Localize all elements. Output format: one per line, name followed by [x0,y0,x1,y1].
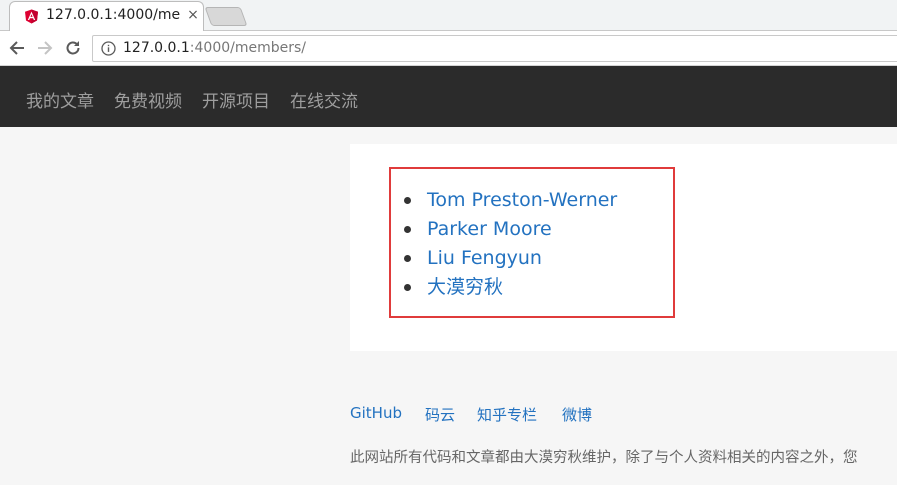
tab-title: 127.0.0.1:4000/me [46,7,181,23]
member-link[interactable]: Liu Fengyun [427,247,542,269]
browser-tab[interactable]: 127.0.0.1:4000/me × [9,1,204,31]
footer-link-zhihu[interactable]: 知乎专栏 [477,404,537,425]
tab-close-icon[interactable]: × [186,6,200,24]
list-item: 大漠穷秋 [404,273,617,302]
list-item: Liu Fengyun [404,244,617,273]
member-link[interactable]: Tom Preston-Werner [427,189,617,211]
list-item: Tom Preston-Werner [404,186,617,215]
angular-logo-icon [24,9,39,24]
reload-icon[interactable] [62,37,84,59]
member-link[interactable]: Parker Moore [427,218,552,240]
footer-link-github[interactable]: GitHub [350,404,402,422]
address-bar[interactable]: 127.0.0.1:4000/members/ [92,35,897,62]
url-host: 127.0.0.1 [123,40,190,56]
footer-note: 此网站所有代码和文章都由大漠穷秋维护，除了与个人资料相关的内容之外，您 [350,450,858,466]
forward-arrow-icon[interactable] [34,37,56,59]
footer-link-gitee[interactable]: 码云 [425,404,455,425]
nav-item-online-chat[interactable]: 在线交流 [290,87,358,112]
url-path: :4000/members/ [189,40,307,56]
bullet-icon [404,255,411,262]
nav-item-my-articles[interactable]: 我的文章 [26,87,94,112]
site-navbar: 我的文章 免费视频 开源项目 在线交流 [0,66,897,127]
nav-item-free-videos[interactable]: 免费视频 [114,87,182,112]
bullet-icon [404,284,411,291]
back-arrow-icon[interactable] [6,37,28,59]
list-item: Parker Moore [404,215,617,244]
new-tab-button[interactable] [204,7,248,26]
url-text: 127.0.0.1:4000/members/ [123,40,306,56]
browser-toolbar: 127.0.0.1:4000/members/ [0,31,897,66]
member-link[interactable]: 大漠穷秋 [427,276,503,298]
browser-tabstrip: 127.0.0.1:4000/me × [0,0,897,31]
nav-item-open-source[interactable]: 开源项目 [202,87,270,112]
info-icon[interactable] [101,41,116,56]
bullet-icon [404,197,411,204]
member-list: Tom Preston-Werner Parker Moore Liu Feng… [404,186,617,302]
footer-link-weibo[interactable]: 微博 [562,404,592,425]
bullet-icon [404,226,411,233]
